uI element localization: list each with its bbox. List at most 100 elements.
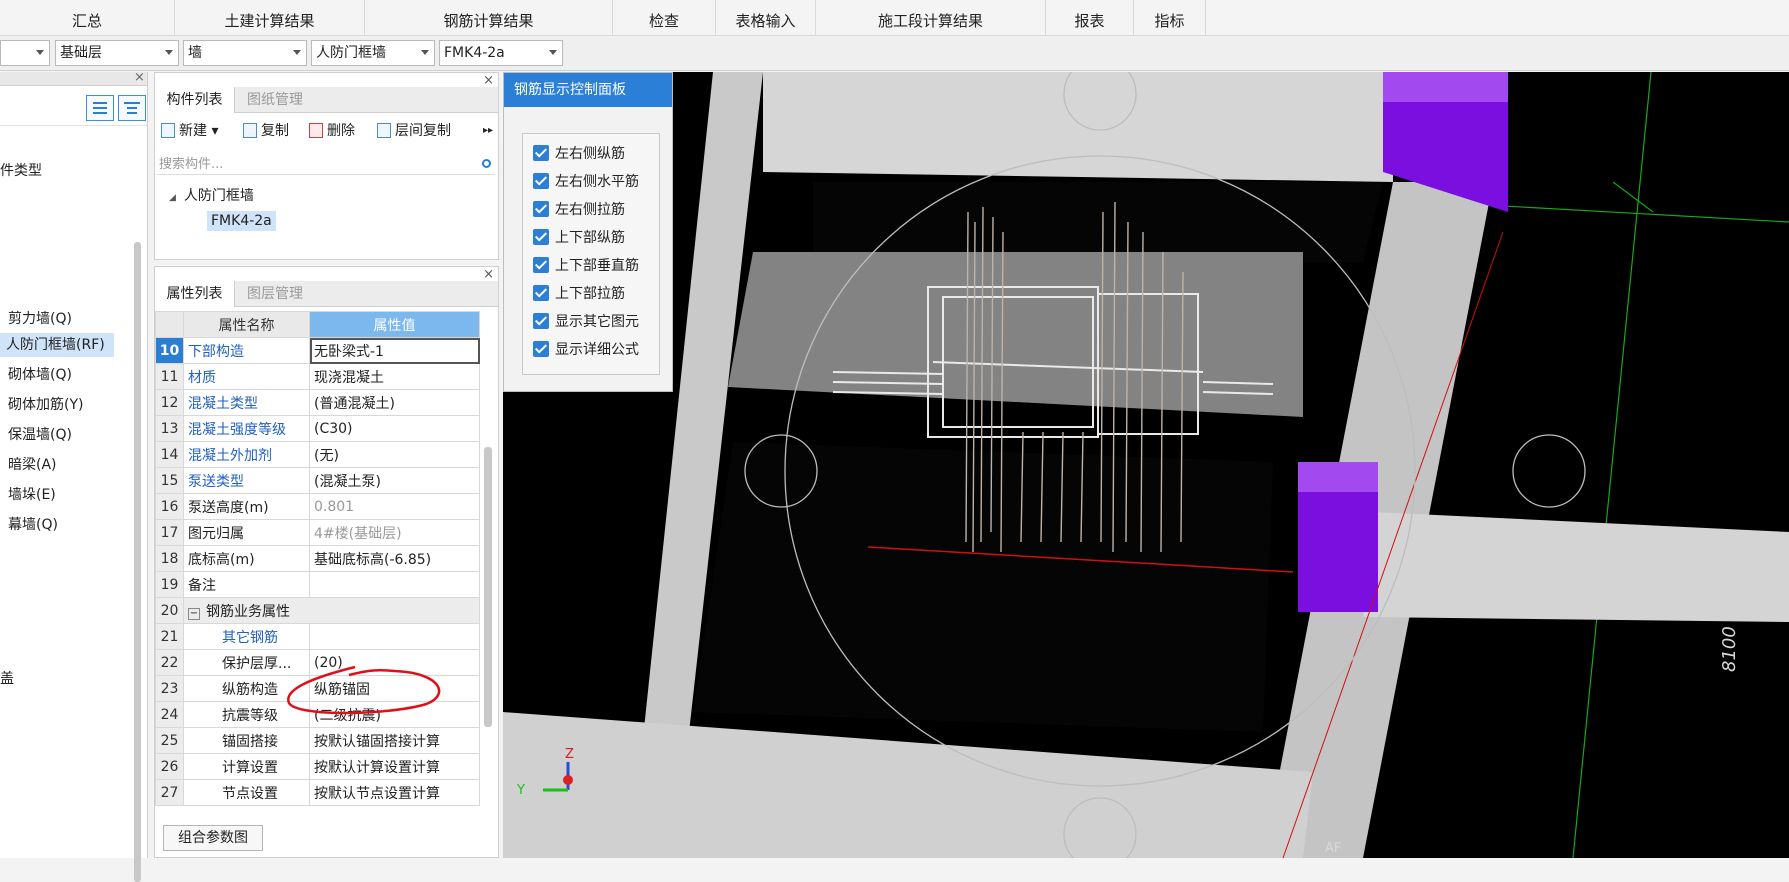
- collapse-icon[interactable]: −: [188, 607, 200, 620]
- row-value[interactable]: 按默认节点设置计算: [309, 779, 480, 806]
- option-show-detailed-formula[interactable]: 显示详细公式: [533, 340, 639, 360]
- table-row[interactable]: 11 材质 现浇混凝土: [155, 363, 480, 390]
- more-icon[interactable]: ▸▸: [483, 121, 493, 141]
- row-value[interactable]: [309, 571, 480, 598]
- table-row[interactable]: 21 其它钢筋: [155, 623, 480, 650]
- table-row[interactable]: 17 图元归属 4#楼(基础层): [155, 519, 480, 546]
- checkbox-checked-icon[interactable]: [533, 173, 549, 189]
- tree-item-wall-pier[interactable]: 墙垛(E): [8, 484, 56, 504]
- option-top-bottom-vertical[interactable]: 上下部垂直筋: [533, 256, 639, 276]
- tab-attribute-list[interactable]: 属性列表: [155, 281, 235, 307]
- row-value[interactable]: 0.801: [309, 493, 480, 520]
- row-index: 18: [155, 545, 184, 572]
- tab-drawing-management[interactable]: 图纸管理: [235, 87, 315, 113]
- floor-select[interactable]: 基础层: [55, 40, 179, 66]
- checkbox-checked-icon[interactable]: [533, 341, 549, 357]
- menu-summary[interactable]: 汇总: [0, 0, 175, 36]
- tree-item-insulation-wall[interactable]: 保温墙(Q): [8, 424, 72, 444]
- row-value[interactable]: (C30): [309, 415, 480, 442]
- row-value[interactable]: 无卧梁式-1: [309, 337, 480, 364]
- menu-table-input[interactable]: 表格输入: [716, 0, 816, 36]
- collapse-icon[interactable]: ◢: [169, 193, 176, 203]
- table-row[interactable]: 25 锚固搭接 按默认锚固搭接计算: [155, 727, 480, 754]
- option-side-tie[interactable]: 左右侧拉筋: [533, 200, 625, 220]
- close-icon[interactable]: ×: [483, 267, 494, 282]
- checkbox-checked-icon[interactable]: [533, 257, 549, 273]
- table-row[interactable]: 19 备注: [155, 571, 480, 598]
- category-select[interactable]: 墙: [183, 40, 307, 66]
- option-label: 上下部纵筋: [555, 230, 625, 246]
- tree-item-curtain-wall[interactable]: 幕墙(Q): [8, 514, 58, 534]
- checkbox-checked-icon[interactable]: [533, 229, 549, 245]
- row-value[interactable]: 按默认计算设置计算: [309, 753, 480, 780]
- copy-button[interactable]: 复制: [243, 121, 289, 141]
- tab-layer-management[interactable]: 图层管理: [235, 281, 315, 307]
- table-row[interactable]: 12 混凝土类型 (普通混凝土): [155, 389, 480, 416]
- row-value[interactable]: [309, 623, 480, 650]
- row-value[interactable]: 现浇混凝土: [309, 363, 480, 390]
- row-value[interactable]: (混凝土泵): [309, 467, 480, 494]
- option-side-longitudinal[interactable]: 左右侧纵筋: [533, 144, 625, 164]
- close-icon[interactable]: ×: [483, 73, 494, 88]
- component-tree-leaf[interactable]: FMK4-2a: [207, 211, 276, 231]
- tree-item-hidden-beam[interactable]: 暗梁(A): [8, 454, 57, 474]
- component-tree-root[interactable]: ◢ 人防门框墙: [169, 185, 254, 205]
- component-select[interactable]: FMK4-2a: [439, 40, 563, 66]
- checkbox-checked-icon[interactable]: [533, 201, 549, 217]
- detail-view-icon[interactable]: [118, 95, 146, 121]
- table-row[interactable]: 27 节点设置 按默认节点设置计算: [155, 779, 480, 806]
- building-select[interactable]: [0, 40, 50, 66]
- menu-civil-results[interactable]: 土建计算结果: [175, 0, 365, 36]
- menu-check[interactable]: 检查: [613, 0, 716, 36]
- table-row[interactable]: 14 混凝土外加剂 (无): [155, 441, 480, 468]
- option-top-bottom-longitudinal[interactable]: 上下部纵筋: [533, 228, 625, 248]
- tree-item-masonry-wall[interactable]: 砌体墙(Q): [8, 364, 72, 384]
- component-search-input[interactable]: 搜索构件...: [157, 155, 495, 175]
- new-button[interactable]: 新建 ▾: [161, 121, 218, 141]
- menu-reports[interactable]: 报表: [1046, 0, 1134, 36]
- close-icon[interactable]: ×: [134, 71, 145, 84]
- list-view-icon[interactable]: [86, 95, 114, 121]
- component-list-panel: × 构件列表 图纸管理 新建 ▾ 复制 删除 层间复制 ▸▸ 搜索构件... ◢…: [154, 72, 499, 260]
- tab-component-list[interactable]: 构件列表: [155, 87, 235, 113]
- table-row[interactable]: 26 计算设置 按默认计算设置计算: [155, 753, 480, 780]
- tree-item-shear-wall[interactable]: 剪力墙(Q): [8, 308, 72, 328]
- table-row[interactable]: 13 混凝土强度等级 (C30): [155, 415, 480, 442]
- row-value[interactable]: 基础底标高(-6.85): [309, 545, 480, 572]
- row-name: 泵送类型: [183, 467, 310, 494]
- row-value[interactable]: (普通混凝土): [309, 389, 480, 416]
- delete-button[interactable]: 删除: [309, 121, 355, 141]
- search-icon[interactable]: [482, 159, 491, 168]
- row-value[interactable]: 按默认锚固搭接计算: [309, 727, 480, 754]
- checkbox-checked-icon[interactable]: [533, 285, 549, 301]
- option-top-bottom-tie[interactable]: 上下部拉筋: [533, 284, 625, 304]
- table-row[interactable]: 15 泵送类型 (混凝土泵): [155, 467, 480, 494]
- scrollbar[interactable]: [484, 447, 492, 727]
- combine-param-button[interactable]: 组合参数图: [163, 825, 263, 851]
- header-index: [155, 311, 184, 338]
- option-show-other-elements[interactable]: 显示其它图元: [533, 312, 639, 332]
- type-select[interactable]: 人防门框墙: [311, 40, 435, 66]
- tree-item-civil-defense-door-wall[interactable]: 人防门框墙(RF): [0, 333, 114, 357]
- menu-indicators[interactable]: 指标: [1134, 0, 1206, 36]
- checkbox-checked-icon[interactable]: [533, 313, 549, 329]
- tree-item-masonry-rebar[interactable]: 砌体加筋(Y): [8, 394, 83, 414]
- component-toolbar: 新建 ▾ 复制 删除 层间复制 ▸▸: [155, 117, 498, 145]
- table-group-row[interactable]: 20− 钢筋业务属性: [155, 597, 480, 624]
- menu-rebar-results[interactable]: 钢筋计算结果: [365, 0, 613, 36]
- row-value[interactable]: 4#楼(基础层): [309, 519, 480, 546]
- scrollbar[interactable]: [134, 242, 141, 882]
- row-value[interactable]: (无): [309, 441, 480, 468]
- row-index: 23: [155, 675, 184, 702]
- menu-section-results[interactable]: 施工段计算结果: [816, 0, 1046, 36]
- table-row[interactable]: 16 泵送高度(m) 0.801: [155, 493, 480, 520]
- table-row[interactable]: 18 底标高(m) 基础底标高(-6.85): [155, 545, 480, 572]
- 3d-viewport[interactable]: Z Y 8100 AF: [503, 72, 1789, 858]
- floor-copy-button[interactable]: 层间复制: [377, 121, 451, 141]
- axis-mark: [1612, 181, 1654, 213]
- row-name: 混凝土外加剂: [183, 441, 310, 468]
- option-side-horizontal[interactable]: 左右侧水平筋: [533, 172, 639, 192]
- checkbox-checked-icon[interactable]: [533, 145, 549, 161]
- table-row[interactable]: 10 下部构造 无卧梁式-1: [155, 337, 480, 364]
- floor-copy-label: 层间复制: [395, 123, 451, 139]
